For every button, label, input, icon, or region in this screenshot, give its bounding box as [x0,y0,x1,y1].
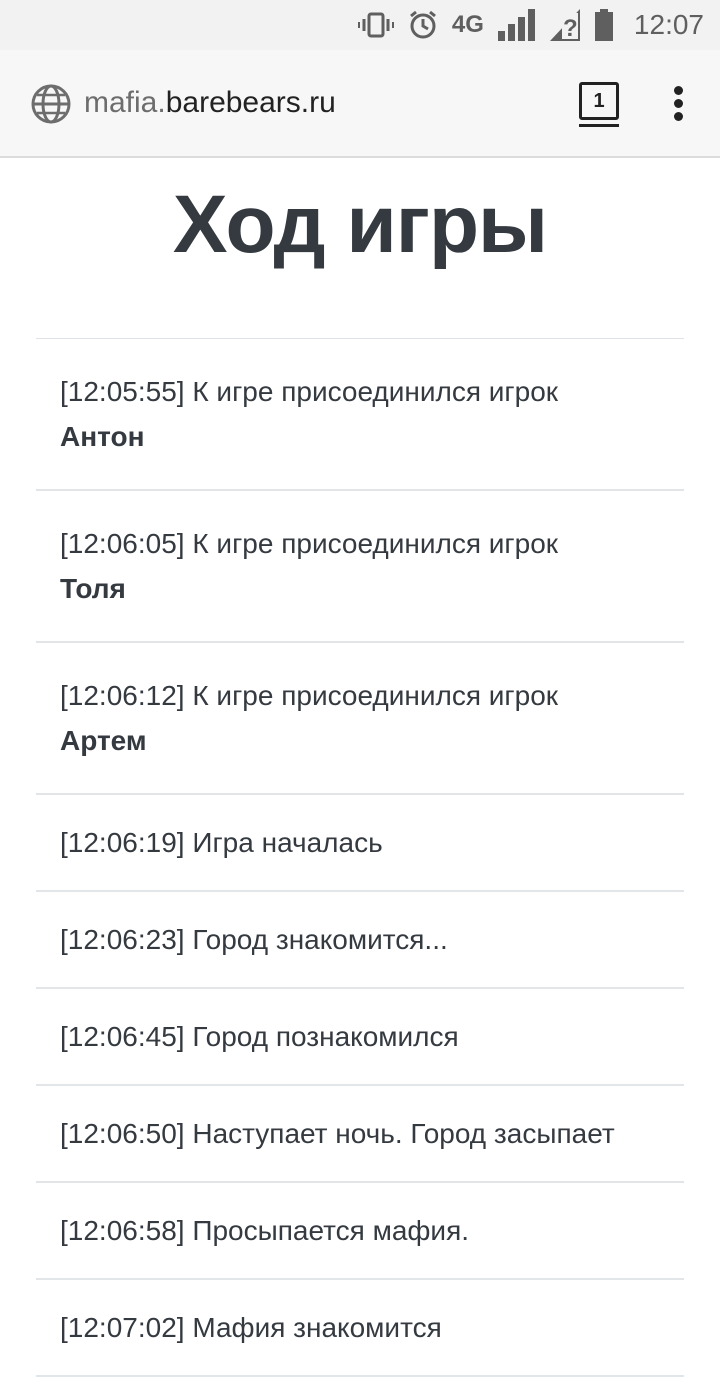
log-entry-text: [12:06:50] Наступает ночь. Город засыпае… [60,1118,615,1149]
log-message: Город познакомился [192,1021,459,1052]
log-message: К игре присоединился игрок [192,528,559,559]
network-type-label: 4G [451,11,484,38]
log-entry-text: [12:07:02] Мафия знакомится [60,1312,442,1343]
tab-switcher-button[interactable]: 1 [579,82,619,120]
vibrate-icon [357,11,394,39]
browser-url-bar[interactable]: mafia.barebears.ru 1 [0,50,720,158]
log-timestamp: [12:07:02] [60,1312,185,1343]
log-entry-text: [12:06:05] К игре присоединился игрок [60,528,558,559]
log-message: Мафия знакомится [192,1312,442,1343]
url-subdomain: mafia. [84,86,166,119]
log-message: Игра началась [192,827,383,858]
browser-menu-icon[interactable] [668,86,688,122]
log-entry-text: [12:05:55] К игре присоединился игрок [60,376,558,407]
log-entry: [12:05:55] К игре присоединился игрок Ант… [36,339,684,491]
url-text[interactable]: mafia.barebears.ru [84,86,336,120]
log-timestamp: [12:06:45] [60,1021,185,1052]
log-entry: [12:06:19] Игра началась [36,795,684,892]
log-timestamp: [12:06:23] [60,924,185,955]
svg-text:?: ? [563,15,578,41]
log-entry-text: [12:06:19] Игра началась [60,827,383,858]
log-message: К игре присоединился игрок [192,376,559,407]
log-timestamp: [12:06:12] [60,680,185,711]
battery-icon [594,9,614,41]
game-log-list: [12:05:55] К игре присоединился игрок Ант… [36,338,684,1377]
log-player-name: Толя [60,573,126,604]
log-message: Наступает ночь. Город засыпает [192,1118,615,1149]
tab-switcher-underline [579,124,619,127]
log-player-name: Антон [60,421,145,452]
status-bar: 4G ? 12:07 [0,0,720,50]
signal-icon [497,9,536,41]
url-domain: barebears.ru [165,86,336,119]
globe-icon [30,83,72,130]
log-message: Город знакомится... [192,924,448,955]
log-timestamp: [12:06:19] [60,827,185,858]
log-entry: [12:06:50] Наступает ночь. Город засыпае… [36,1086,684,1183]
log-entry-text: [12:06:23] Город знакомится... [60,924,448,955]
log-entry: [12:06:58] Просыпается мафия. [36,1183,684,1280]
log-timestamp: [12:05:55] [60,376,185,407]
clock: 12:07 [633,9,704,40]
log-entry: [12:07:02] Мафия знакомится [36,1280,684,1377]
log-entry: [12:06:05] К игре присоединился игрок Тол… [36,491,684,643]
log-entry: [12:06:23] Город знакомится... [36,892,684,989]
log-entry-text: [12:06:58] Просыпается мафия. [60,1215,469,1246]
log-timestamp: [12:06:50] [60,1118,185,1149]
page-title: Ход игры [172,179,548,270]
alarm-icon [408,10,438,40]
log-message: Просыпается мафия. [192,1215,470,1246]
log-message: К игре присоединился игрок [192,680,559,711]
log-entry-text: [12:06:45] Город познакомился [60,1021,459,1052]
log-entry: [12:06:12] К игре присоединился игрок Арт… [36,643,684,795]
log-entry-text: [12:06:12] К игре присоединился игрок [60,680,558,711]
log-entry: [12:06:45] Город познакомился [36,989,684,1086]
no-wifi-icon: ? [549,9,580,41]
log-timestamp: [12:06:05] [60,528,185,559]
log-player-name: Артем [60,725,147,756]
log-timestamp: [12:06:58] [60,1215,185,1246]
